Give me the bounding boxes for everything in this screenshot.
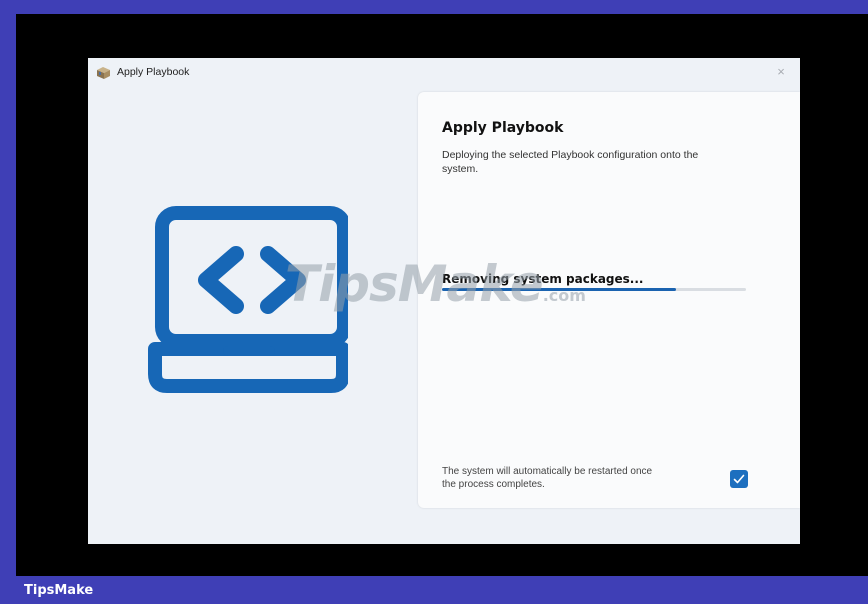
progress-fill <box>442 288 677 291</box>
close-button[interactable]: × <box>770 61 792 83</box>
title-bar: Apply Playbook × <box>88 58 800 88</box>
apply-playbook-window: Apply Playbook × Apply Playbook Deployin… <box>88 58 800 544</box>
progress-bar <box>442 288 746 291</box>
package-box-icon <box>97 67 110 79</box>
window-title: Apply Playbook <box>117 66 190 78</box>
progress-panel: Apply Playbook Deploying the selected Pl… <box>418 92 800 508</box>
laptop-code-icon <box>148 206 348 393</box>
checkmark-icon <box>733 474 745 484</box>
status-text: Removing system packages... <box>442 272 644 286</box>
restart-checkbox[interactable] <box>730 470 748 488</box>
panel-description: Deploying the selected Playbook configur… <box>442 149 699 175</box>
footer-label: TipsMake <box>0 578 868 604</box>
panel-heading: Apply Playbook <box>442 120 564 136</box>
restart-note: The system will automatically be restart… <box>442 466 653 490</box>
